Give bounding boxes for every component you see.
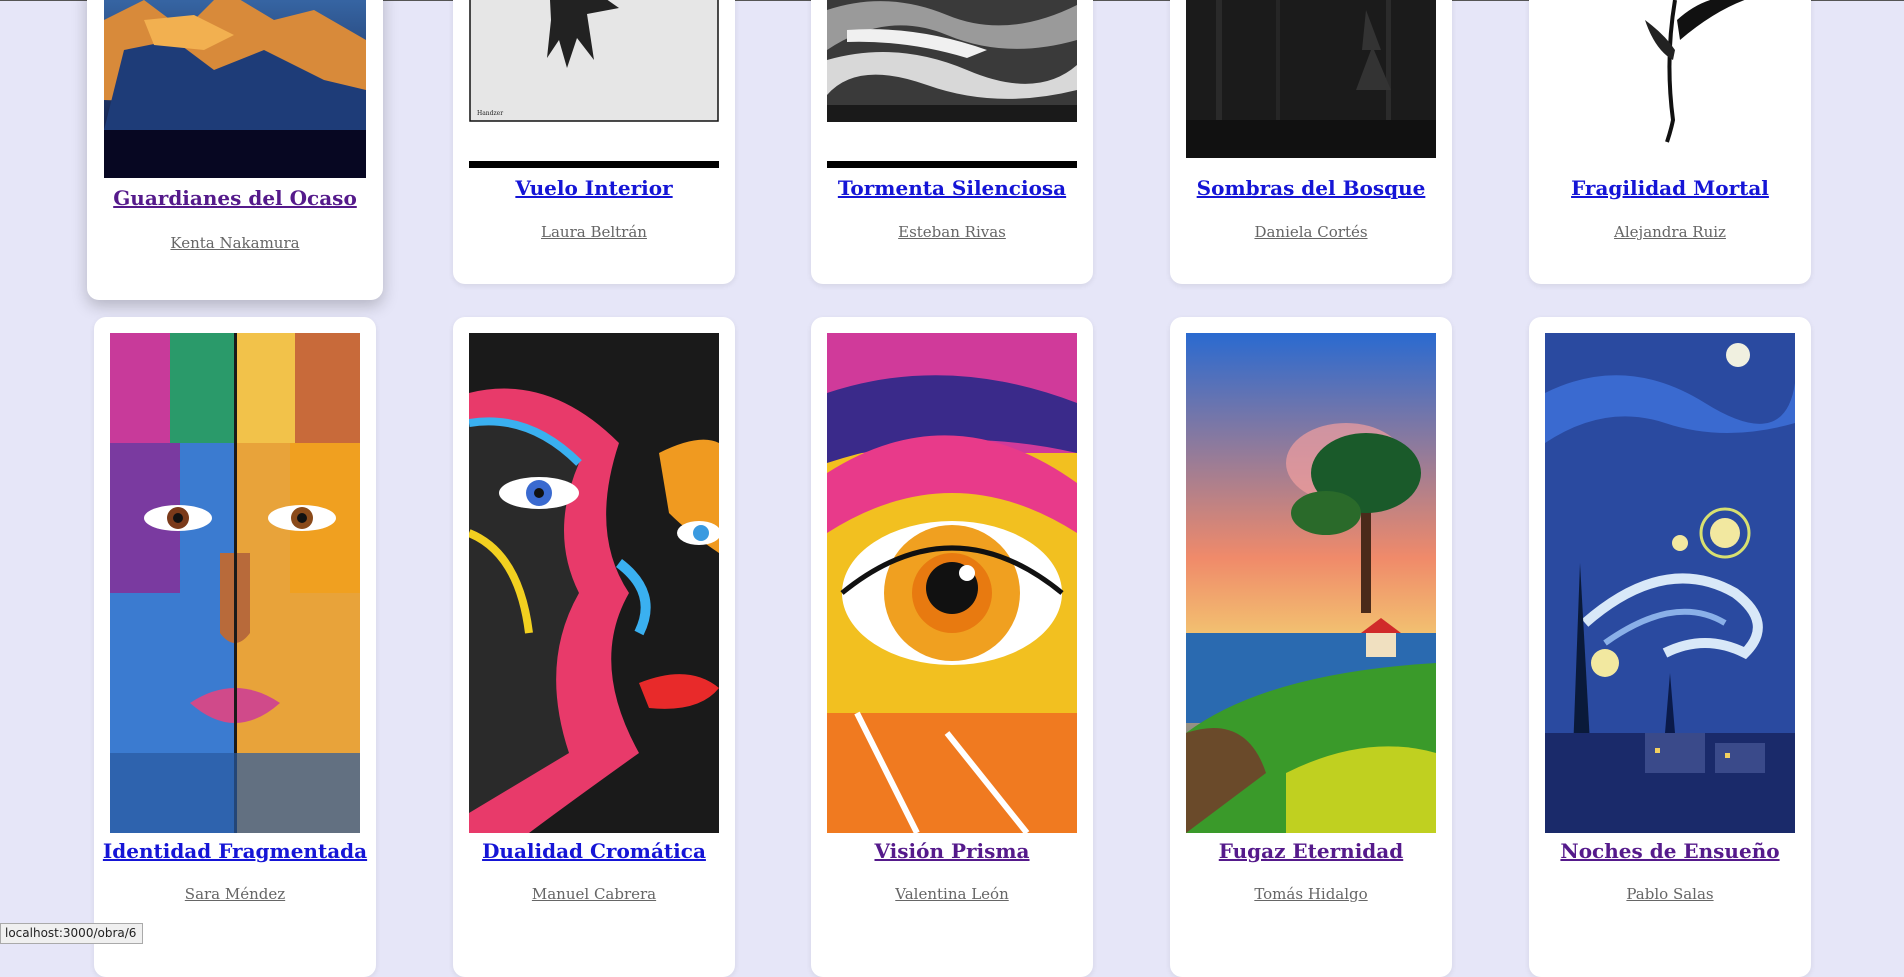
browser-status-bar-url: localhost:3000/obra/6 [0,923,144,944]
artwork-card[interactable]: Guardianes del Ocaso Kenta Nakamura [87,0,383,300]
artwork-artist-link[interactable]: Esteban Rivas [811,223,1093,241]
artwork-title-link[interactable]: Fugaz Eternidad [1170,839,1452,863]
artwork-title-link[interactable]: Guardianes del Ocaso [87,186,383,210]
artwork-title-link[interactable]: Vuelo Interior [453,176,735,200]
artwork-artist-link[interactable]: Sara Méndez [94,885,376,903]
artwork-thumbnail[interactable] [1186,0,1436,158]
svg-text:Handzer: Handzer [477,110,503,117]
artwork-card[interactable]: Fugaz Eternidad Tomás Hidalgo [1170,317,1452,977]
artwork-thumbnail[interactable]: Handzer [469,0,719,122]
artwork-artist-link[interactable]: Daniela Cortés [1170,223,1452,241]
artwork-artist-link[interactable]: Tomás Hidalgo [1170,885,1452,903]
artwork-thumbnail[interactable] [1186,333,1436,833]
artwork-card[interactable]: Tormenta Silenciosa Esteban Rivas [811,0,1093,284]
artwork-thumbnail[interactable] [827,333,1077,833]
artwork-thumbnail[interactable] [1545,0,1795,150]
artwork-thumbnail[interactable] [110,333,360,833]
artwork-title-link[interactable]: Visión Prisma [811,839,1093,863]
artwork-thumbnail[interactable] [1545,333,1795,833]
artwork-title-link[interactable]: Tormenta Silenciosa [811,176,1093,200]
artwork-title-link[interactable]: Sombras del Bosque [1170,176,1452,200]
artwork-card[interactable]: Dualidad Cromática Manuel Cabrera [453,317,735,977]
artwork-card[interactable]: Visión Prisma Valentina León [811,317,1093,977]
artwork-card[interactable]: Sombras del Bosque Daniela Cortés [1170,0,1452,284]
artwork-artist-link[interactable]: Manuel Cabrera [453,885,735,903]
artwork-title-link[interactable]: Identidad Fragmentada [94,839,376,863]
artwork-card[interactable]: Noches de Ensueño Pablo Salas [1529,317,1811,977]
artwork-artist-link[interactable]: Laura Beltrán [453,223,735,241]
artwork-artist-link[interactable]: Alejandra Ruiz [1529,223,1811,241]
artwork-artist-link[interactable]: Kenta Nakamura [87,234,383,252]
artwork-card[interactable]: Identidad Fragmentada Sara Méndez [94,317,376,977]
artwork-artist-link[interactable]: Pablo Salas [1529,885,1811,903]
artwork-title-link[interactable]: Fragilidad Mortal [1529,176,1811,200]
artwork-card[interactable]: Handzer Vuelo Interior Laura Beltrán [453,0,735,284]
artwork-card[interactable]: Fragilidad Mortal Alejandra Ruiz [1529,0,1811,284]
artwork-thumbnail[interactable] [827,0,1077,122]
artwork-artist-link[interactable]: Valentina León [811,885,1093,903]
artwork-title-link[interactable]: Dualidad Cromática [453,839,735,863]
thumbnail-bottom-border [827,161,1077,168]
artwork-title-link[interactable]: Noches de Ensueño [1529,839,1811,863]
artwork-thumbnail[interactable] [104,0,366,178]
thumbnail-bottom-border [469,161,719,168]
artwork-thumbnail[interactable] [469,333,719,833]
